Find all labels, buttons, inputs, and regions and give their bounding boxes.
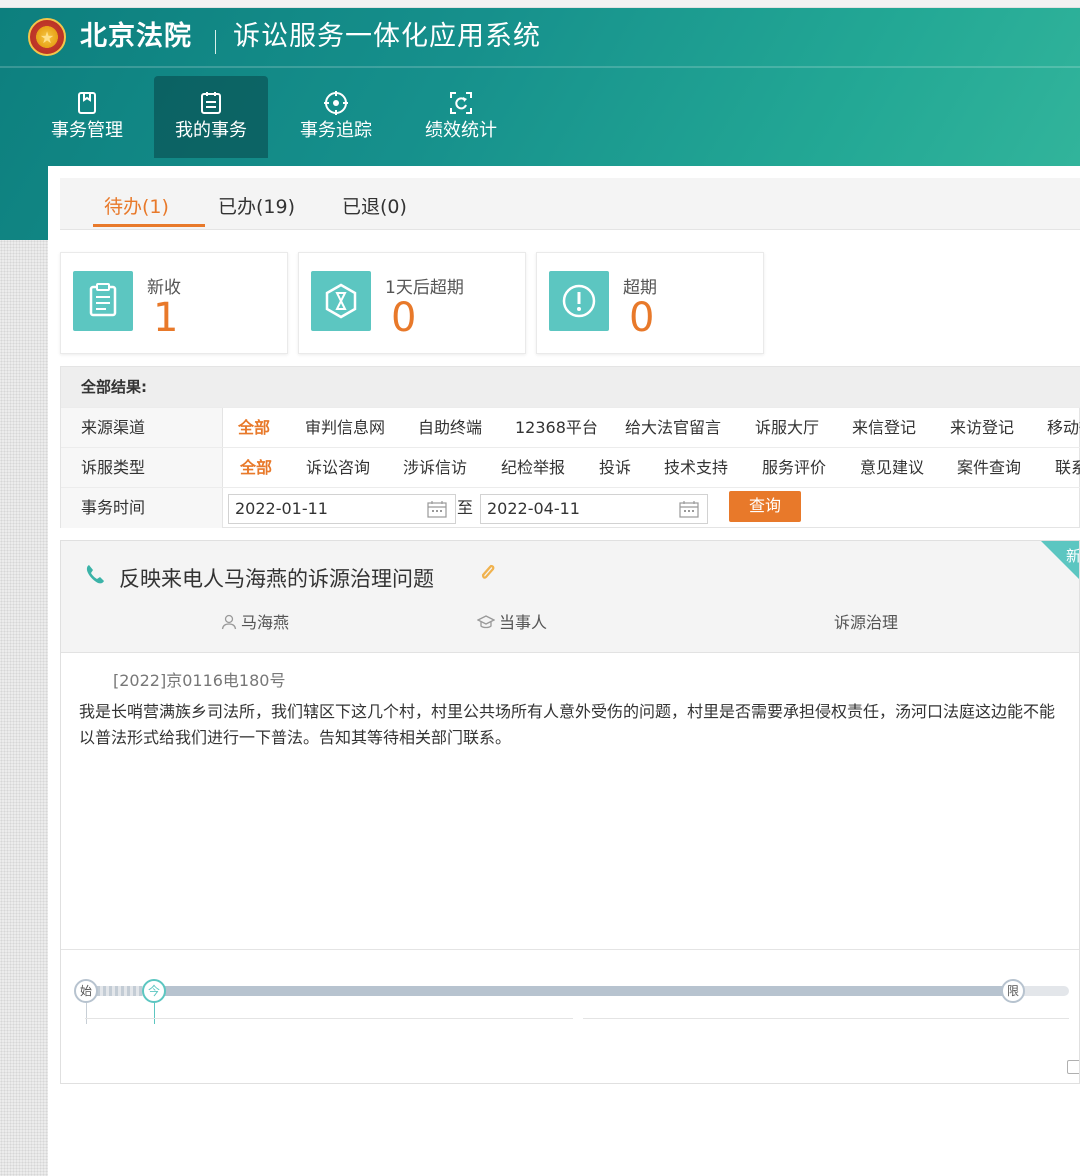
calendar-icon[interactable]: [427, 500, 447, 518]
type-option[interactable]: 涉诉信访: [403, 448, 467, 488]
timeline-start-marker: 始: [74, 979, 98, 1003]
new-badge-label: 新: [1065, 547, 1080, 565]
nav-item-my-affairs[interactable]: 我的事务: [154, 76, 268, 158]
date-from-value: 2022-01-11: [235, 499, 328, 518]
type-option[interactable]: 服务评价: [762, 448, 826, 488]
list-doc-icon: [201, 92, 221, 114]
tab-done[interactable]: 已办(19): [218, 192, 295, 219]
select-checkbox[interactable]: [1067, 1060, 1079, 1074]
title-divider: [215, 30, 216, 54]
type-option[interactable]: 案件查询: [957, 448, 1021, 488]
timeline-limit-marker: 限: [1001, 979, 1025, 1003]
case-number: [2022]京0116电180号: [113, 671, 286, 690]
timeline-start-stem: [86, 1000, 87, 1024]
filter-panel: 全部结果: 来源渠道 全部 审判信息网 自助终端 12368平台 给大法官留言 …: [60, 366, 1080, 528]
timeline-now-stem: [154, 1000, 155, 1024]
type-option-all[interactable]: 全部: [240, 448, 272, 488]
brand-name: 北京法院: [80, 21, 192, 52]
stat-card-due-tomorrow[interactable]: 1天后超期 0: [298, 252, 526, 354]
timeline-progress: [153, 986, 1013, 996]
phone-icon: [86, 565, 104, 584]
hourglass-icon: [311, 271, 371, 331]
calendar-icon[interactable]: [679, 500, 699, 518]
stat-card-overdue[interactable]: 超期 0: [536, 252, 764, 354]
browser-bookmark-strip: [0, 0, 1080, 8]
timeline-now-marker: 今: [142, 979, 166, 1003]
timeline-baseline-right: [583, 1018, 1069, 1019]
filter-header: 全部结果:: [61, 367, 1080, 407]
tab-pending[interactable]: 待办(1): [104, 192, 169, 219]
left-background: [0, 240, 48, 1176]
type-option[interactable]: 纪检举报: [501, 448, 565, 488]
type-option[interactable]: 技术支持: [664, 448, 728, 488]
nav-item-performance-stats[interactable]: 绩效统计: [404, 76, 518, 158]
nav-item-affairs-tracking[interactable]: 事务追踪: [279, 76, 393, 158]
date-to-input[interactable]: 2022-04-11: [480, 494, 708, 524]
system-title: 诉讼服务一体化应用系统: [233, 21, 541, 52]
filter-label: 事务时间: [61, 488, 223, 528]
file-clip-icon: [78, 92, 96, 114]
stat-value: 0: [391, 295, 417, 341]
source-option[interactable]: 诉服大厅: [755, 408, 819, 448]
date-to-value: 2022-04-11: [487, 499, 580, 518]
affair-title[interactable]: 反映来电人马海燕的诉源治理问题: [119, 563, 434, 593]
nav-label: 我的事务: [175, 120, 247, 141]
document-icon: [73, 271, 133, 331]
date-from-input[interactable]: 2022-01-11: [228, 494, 456, 524]
nav-label: 事务管理: [51, 120, 123, 141]
exclamation-icon: [549, 271, 609, 331]
query-button[interactable]: 查询: [729, 491, 801, 522]
nav-label: 事务追踪: [300, 120, 372, 141]
type-option[interactable]: 诉讼咨询: [306, 448, 370, 488]
affair-content: 我是长哨营满族乡司法所，我们辖区下这几个村，村里公共场所有人意外受伤的问题，村里…: [79, 702, 1056, 747]
filter-label: 来源渠道: [61, 408, 223, 448]
source-option[interactable]: 移动微: [1047, 408, 1080, 448]
affair-timeline: 始 今 限: [61, 949, 1079, 1083]
type-option[interactable]: 投诉: [599, 448, 631, 488]
filter-label: 诉服类型: [61, 448, 223, 488]
stat-value: 1: [153, 295, 179, 341]
source-option[interactable]: 自助终端: [418, 408, 482, 448]
tabs-bar: 待办(1) 已办(19) 已退(0): [60, 178, 1080, 230]
header-divider: [0, 66, 1080, 68]
affair-person: 马海燕: [221, 609, 289, 633]
timeline-baseline-left: [85, 1018, 573, 1019]
type-option[interactable]: 意见建议: [860, 448, 924, 488]
user-icon: [221, 614, 237, 630]
stat-card-new[interactable]: 新收 1: [60, 252, 288, 354]
source-option[interactable]: 来信登记: [852, 408, 916, 448]
source-option-all[interactable]: 全部: [238, 408, 270, 448]
nav-item-affairs-management[interactable]: 事务管理: [30, 76, 144, 158]
scan-refresh-icon: [450, 92, 472, 114]
affair-category: 诉源治理: [834, 613, 899, 632]
filter-row-source: 来源渠道 全部 审判信息网 自助终端 12368平台 给大法官留言 诉服大厅 来…: [61, 407, 1080, 448]
paperclip-icon[interactable]: [479, 563, 497, 583]
type-option[interactable]: 联系: [1055, 448, 1080, 488]
source-option[interactable]: 12368平台: [515, 408, 598, 448]
filter-row-time: 事务时间 2022-01-11 至 2022-04-11 查询: [61, 487, 1080, 528]
nav-label: 绩效统计: [425, 120, 497, 141]
source-option[interactable]: 给大法官留言: [625, 408, 721, 448]
stat-value: 0: [629, 295, 655, 341]
target-icon: [324, 91, 348, 115]
affair-role: 当事人: [477, 609, 547, 633]
court-emblem-icon: ★: [28, 18, 66, 56]
affair-item-card[interactable]: 反映来电人马海燕的诉源治理问题 新 马海燕 当事人 诉源治理 [2022]京01…: [60, 540, 1080, 1084]
date-separator: 至: [457, 498, 474, 517]
source-option[interactable]: 审判信息网: [305, 408, 385, 448]
graduation-cap-icon: [477, 615, 495, 629]
active-tab-indicator: [93, 224, 205, 227]
filter-row-type: 诉服类型 全部 诉讼咨询 涉诉信访 纪检举报 投诉 技术支持 服务评价 意见建议…: [61, 447, 1080, 488]
tab-returned[interactable]: 已退(0): [342, 192, 407, 219]
affair-role-label: 当事人: [499, 613, 548, 632]
affair-item-header: 反映来电人马海燕的诉源治理问题 新 马海燕 当事人 诉源治理: [61, 541, 1080, 653]
affair-person-name: 马海燕: [241, 613, 290, 632]
main-panel: 待办(1) 已办(19) 已退(0) 新收 1 1天后超期 0 超期 0 全部结…: [48, 166, 1080, 1176]
source-option[interactable]: 来访登记: [950, 408, 1014, 448]
